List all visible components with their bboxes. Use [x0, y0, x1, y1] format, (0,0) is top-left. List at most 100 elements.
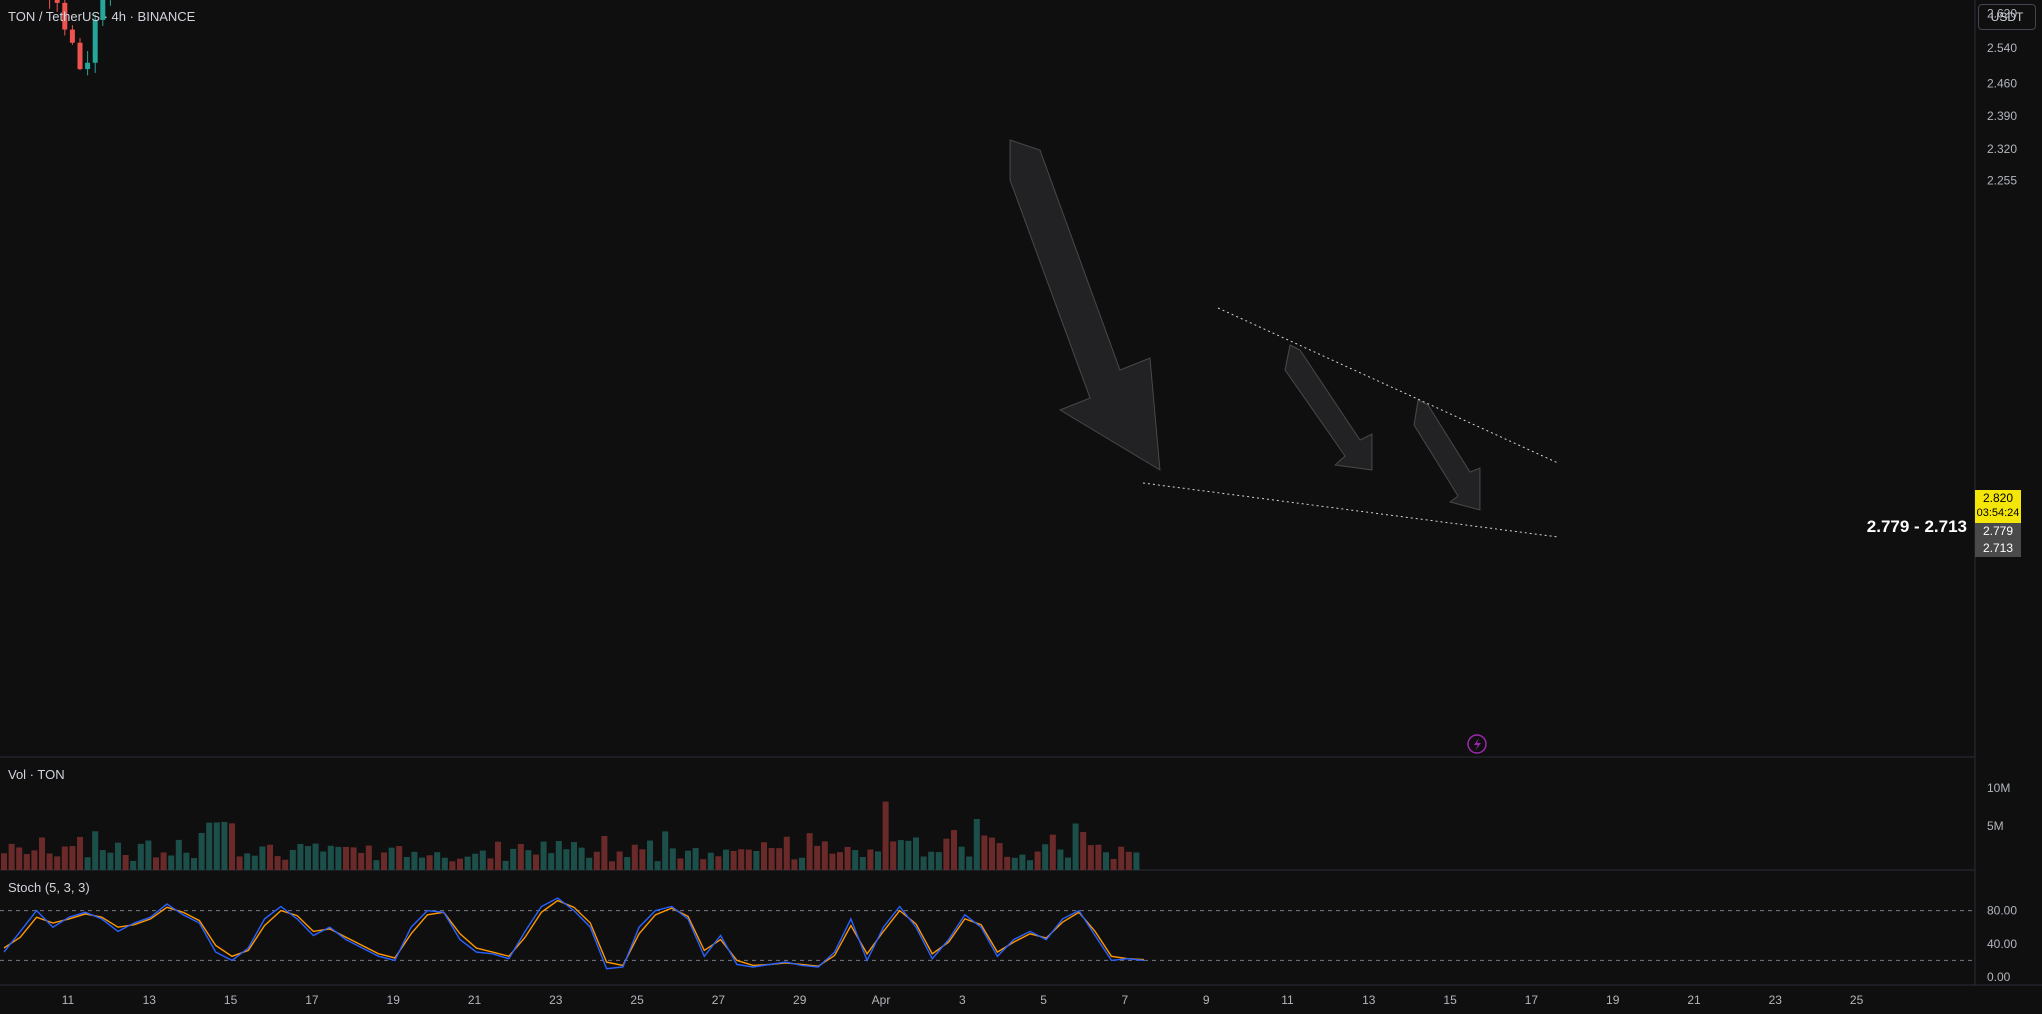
- volume-bar: [799, 857, 805, 870]
- time-tick: 13: [143, 993, 157, 1007]
- time-tick: 25: [630, 993, 644, 1007]
- volume-bar: [1049, 834, 1056, 870]
- zone-bottom-tag: 2.713: [1975, 540, 2021, 557]
- volume-bar: [122, 854, 129, 870]
- volume-bar: [1004, 856, 1011, 870]
- volume-bar: [411, 851, 418, 870]
- price-tick: 2.255: [1987, 173, 2017, 187]
- volume-bar: [153, 857, 159, 870]
- volume-bar: [1011, 857, 1018, 870]
- volume-bar: [160, 852, 167, 870]
- time-tick: 23: [549, 993, 563, 1007]
- volume-bar: [593, 851, 600, 870]
- stoch-tick: 40.00: [1987, 937, 2017, 951]
- volume-bar: [327, 845, 334, 870]
- volume-bar: [229, 823, 235, 870]
- time-tick: 29: [793, 993, 807, 1007]
- volume-bar: [183, 852, 190, 870]
- zone-top-tag: 2.779: [1975, 523, 2021, 540]
- volume-bar: [875, 851, 881, 870]
- volume-bar: [935, 852, 942, 870]
- volume-bar: [586, 857, 593, 870]
- price-tick: 2.460: [1987, 77, 2017, 91]
- volume-bar: [1057, 849, 1064, 870]
- volume-bar: [1065, 857, 1071, 870]
- volume-bar: [700, 859, 707, 870]
- time-tick: 15: [1443, 993, 1457, 1007]
- volume-bar: [77, 836, 83, 870]
- volume-bar: [107, 852, 114, 870]
- volume-bar: [365, 845, 372, 870]
- volume-bar: [723, 849, 729, 870]
- price-tick: 2.540: [1987, 41, 2017, 55]
- volume-bar: [373, 860, 380, 870]
- currency-button[interactable]: USDT: [1978, 4, 2036, 30]
- volume-bar: [806, 833, 813, 870]
- volume-bar: [457, 858, 463, 870]
- wedge-resistance-line: [1217, 307, 1559, 464]
- stoch-tick: 80.00: [1987, 904, 2017, 918]
- symbol-title[interactable]: TON / TetherUS · 4h · BINANCE: [8, 9, 195, 24]
- volume-bar: [647, 840, 653, 870]
- volume-bar: [867, 849, 874, 870]
- time-tick: 11: [1281, 993, 1294, 1007]
- volume-bar: [928, 851, 935, 870]
- volume-bar: [343, 846, 349, 870]
- volume-bar: [973, 819, 980, 870]
- volume-bar: [39, 837, 45, 870]
- down-arrow-large: [1009, 139, 1161, 471]
- volume-bar: [966, 856, 973, 870]
- volume-bar: [130, 860, 137, 870]
- volume-bar: [1019, 854, 1026, 870]
- volume-bar: [464, 856, 471, 870]
- volume-bar: [441, 857, 448, 870]
- volume-bar: [707, 852, 714, 870]
- volume-bar: [829, 853, 836, 870]
- volume-bar: [236, 856, 243, 870]
- volume-bar: [654, 861, 661, 870]
- volume-bar: [897, 840, 904, 870]
- volume-bar: [1027, 860, 1033, 870]
- volume-bar: [669, 848, 676, 870]
- volume-bar: [145, 840, 152, 870]
- volume-bar: [449, 861, 456, 870]
- volume-bar: [8, 843, 15, 870]
- price-chart[interactable]: 4.2004.0003.8003.6003.5003.4003.3003.200…: [0, 0, 2042, 1014]
- time-tick: 9: [1203, 993, 1210, 1007]
- time-tick: 21: [468, 993, 482, 1007]
- volume-bar: [115, 842, 121, 870]
- volume-bar: [890, 841, 897, 870]
- volume-bar: [943, 838, 950, 870]
- support-zone-label: 2.779 - 2.713: [1866, 517, 1967, 536]
- volume-bar: [396, 846, 403, 870]
- volume-bar: [738, 849, 745, 870]
- volume-bar: [951, 830, 957, 870]
- volume-bar: [335, 846, 342, 870]
- volume-bar: [639, 849, 646, 870]
- volume-bar: [882, 801, 889, 870]
- candle: [92, 19, 98, 63]
- volume-bar: [1110, 858, 1117, 870]
- volume-bar: [388, 847, 395, 870]
- volume-bar: [191, 858, 197, 870]
- volume-bar: [571, 842, 577, 870]
- candle: [69, 29, 75, 43]
- volume-bar: [578, 847, 585, 870]
- volume-bar: [381, 852, 387, 870]
- time-tick: 27: [712, 993, 726, 1007]
- volume-bar: [814, 845, 821, 870]
- volume-bar: [920, 856, 927, 870]
- volume-bar: [852, 850, 859, 870]
- volume-bar: [996, 843, 1003, 870]
- volume-bar: [1103, 852, 1109, 870]
- volume-bar: [525, 850, 532, 870]
- volume-bar: [16, 847, 23, 870]
- stoch-pane-label[interactable]: Stoch (5, 3, 3): [8, 880, 90, 895]
- volume-bar: [989, 837, 995, 870]
- time-tick: Apr: [872, 993, 891, 1007]
- volume-bar: [434, 852, 441, 870]
- volume-pane-label[interactable]: Vol · TON: [8, 767, 65, 782]
- volume-bar: [267, 844, 273, 870]
- bar-countdown: 03:54:24: [1976, 507, 2020, 519]
- volume-bar: [540, 841, 547, 870]
